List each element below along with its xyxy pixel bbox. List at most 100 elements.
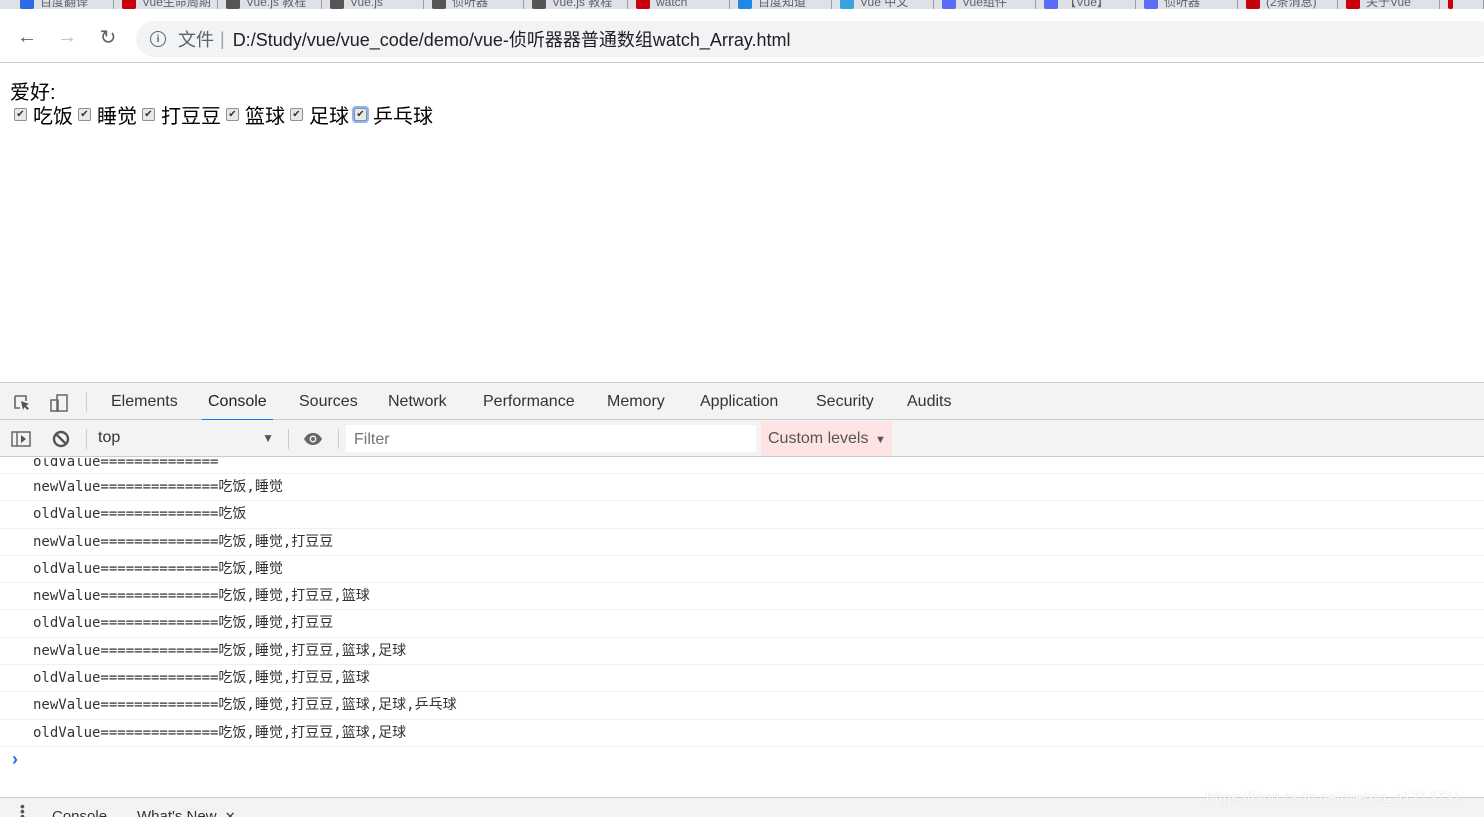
browser-tab[interactable]: 侦听器 [1136,0,1238,9]
security-label: 文件 [178,30,214,50]
devtools-tab-console[interactable]: Console [202,383,273,421]
dropdown-arrow-icon: ▼ [874,434,886,446]
browser-tab[interactable]: 百度知道 [730,0,832,9]
console-log-line: newValue==============吃饭,睡觉,打豆豆,篮球,足球 [0,638,1484,666]
hobby-checkbox[interactable]: ✔ [226,108,239,121]
tab-title: watch [656,0,688,9]
tab-title: Vue.js 教程 [246,0,307,9]
console-log-line: oldValue============== [0,458,1484,474]
tab-favicon-icon [20,0,34,9]
devtools-panel: Elements Console Sources Network Performance… [0,382,1484,817]
console-toolbar: top ▼ Custom levels ▼ [0,420,1484,457]
tab-title: Vue.js 教程 [552,0,613,9]
tab-title: Vue 中文 [860,0,909,9]
live-expression-eye-icon[interactable] [303,429,323,449]
context-selector[interactable]: top ▼ [98,429,278,449]
address-bar[interactable]: i 文件 | D:/Study/vue/vue_code/demo/vue-侦听… [136,21,1484,57]
tab-favicon-icon [1246,0,1260,9]
clear-console-icon[interactable] [51,429,71,449]
tab-favicon-icon [226,0,240,9]
hobby-label-text[interactable]: 打豆豆 [161,100,221,129]
tab-favicon-icon [942,0,956,9]
browser-tab[interactable]: Vue 中文 [832,0,934,9]
url-text[interactable]: D:/Study/vue/vue_code/demo/vue-侦听器器普通数组w… [233,26,791,52]
hobby-checkbox[interactable]: ✔ [78,108,91,121]
divider [86,392,87,412]
divider [86,429,87,449]
browser-tab[interactable]: 百度翻译 [12,0,114,9]
reload-button[interactable]: ↻ [96,25,120,49]
console-log-line: newValue==============吃饭,睡觉,打豆豆,篮球 [0,583,1484,611]
inspect-element-icon[interactable] [12,393,32,413]
page-content: 爱好: ✔ 吃饭 ✔ 睡觉 ✔ 打豆豆 ✔ 篮球 ✔ 足球 ✔ 乒乓球 [0,64,1484,382]
hobby-checkbox[interactable]: ✔ [142,108,155,121]
devtools-tab-application[interactable]: Application [694,383,784,420]
hobby-label-text[interactable]: 乒乓球 [373,100,433,129]
tab-favicon-icon [738,0,752,9]
devtools-tab-security[interactable]: Security [810,383,880,420]
hobby-label-text[interactable]: 睡觉 [97,100,137,129]
devtools-tab-sources[interactable]: Sources [293,383,364,420]
console-log-line: oldValue==============吃饭,睡觉,打豆豆 [0,610,1484,638]
tab-title: 【Vue】 [1064,0,1109,9]
tab-favicon-icon [1044,0,1058,9]
tab-favicon-icon [122,0,136,9]
tab-title: Vue.js [350,0,383,9]
browser-tab[interactable] [1440,0,1484,9]
log-levels-dropdown[interactable]: Custom levels ▼ [761,421,892,456]
tab-title: 侦听器 [452,0,489,9]
show-sidebar-icon[interactable] [11,429,31,449]
drawer-menu-icon[interactable]: • • • [20,799,25,817]
watermark: https://blog.csdn.net/weixin_41713731 [1206,789,1462,806]
console-output[interactable]: oldValue============== newValue==========… [0,458,1484,797]
devtools-tab-performance[interactable]: Performance [477,383,581,420]
browser-tab[interactable]: Vue.js 教程 [218,0,322,9]
browser-tab[interactable]: 侦听器 [424,0,524,9]
hobby-checkbox[interactable]: ✔ [14,108,27,121]
browser-tab[interactable]: watch [628,0,730,9]
hobby-label-text[interactable]: 吃饭 [33,100,73,129]
tab-title: (2条消息) [1266,0,1317,9]
browser-tab[interactable]: Vue组件 [934,0,1036,9]
devtools-tab-memory[interactable]: Memory [601,383,671,420]
hobby-label-text[interactable]: 篮球 [245,100,285,129]
console-prompt[interactable]: › [0,747,1484,773]
tab-favicon-icon [840,0,854,9]
devtools-tab-network[interactable]: Network [382,383,453,420]
hobby-checkbox-group: ✔ 吃饭 ✔ 睡觉 ✔ 打豆豆 ✔ 篮球 ✔ 足球 ✔ 乒乓球 [14,100,438,129]
reload-icon: ↻ [99,26,117,49]
browser-tab[interactable]: 关于Vue [1338,0,1440,9]
hobby-checkbox[interactable]: ✔ [290,108,303,121]
console-log-line: newValue==============吃饭,睡觉 [0,474,1484,502]
log-levels-label: Custom levels [768,430,869,447]
forward-button[interactable]: → [55,25,79,49]
address-separator: | [220,28,225,49]
filter-input[interactable] [346,425,756,452]
tab-favicon-icon [532,0,546,9]
devtools-tab-audits[interactable]: Audits [901,383,957,420]
divider [288,429,289,449]
tab-title: 侦听器 [1164,0,1201,9]
browser-tab[interactable]: Vue.js 教程 [524,0,628,9]
console-log-line: oldValue==============吃饭 [0,501,1484,529]
tab-title: 百度翻译 [40,0,89,9]
divider [338,429,339,449]
forward-arrow-icon: → [57,25,77,48]
browser-tab[interactable]: (2条消息) [1238,0,1338,9]
tab-favicon-icon [1448,0,1453,9]
browser-tab[interactable]: Vue生命周期 [114,0,218,9]
tab-favicon-icon [1144,0,1158,9]
console-log-line: newValue==============吃饭,睡觉,打豆豆,篮球,足球,乒乓… [0,692,1484,720]
hobby-label-text[interactable]: 足球 [309,100,349,129]
devtools-tab-bar: Elements Console Sources Network Performance… [0,383,1484,421]
tab-title: Vue生命周期 [142,0,211,9]
browser-tab[interactable]: Vue.js [322,0,424,9]
browser-tab[interactable]: 【Vue】 [1036,0,1136,9]
tab-favicon-icon [432,0,446,9]
info-icon[interactable]: i [150,31,166,47]
device-toolbar-icon[interactable] [49,393,69,413]
tab-title: 百度知道 [758,0,807,9]
back-button[interactable]: ← [15,25,39,49]
hobby-checkbox[interactable]: ✔ [352,106,369,123]
devtools-tab-elements[interactable]: Elements [105,383,184,420]
